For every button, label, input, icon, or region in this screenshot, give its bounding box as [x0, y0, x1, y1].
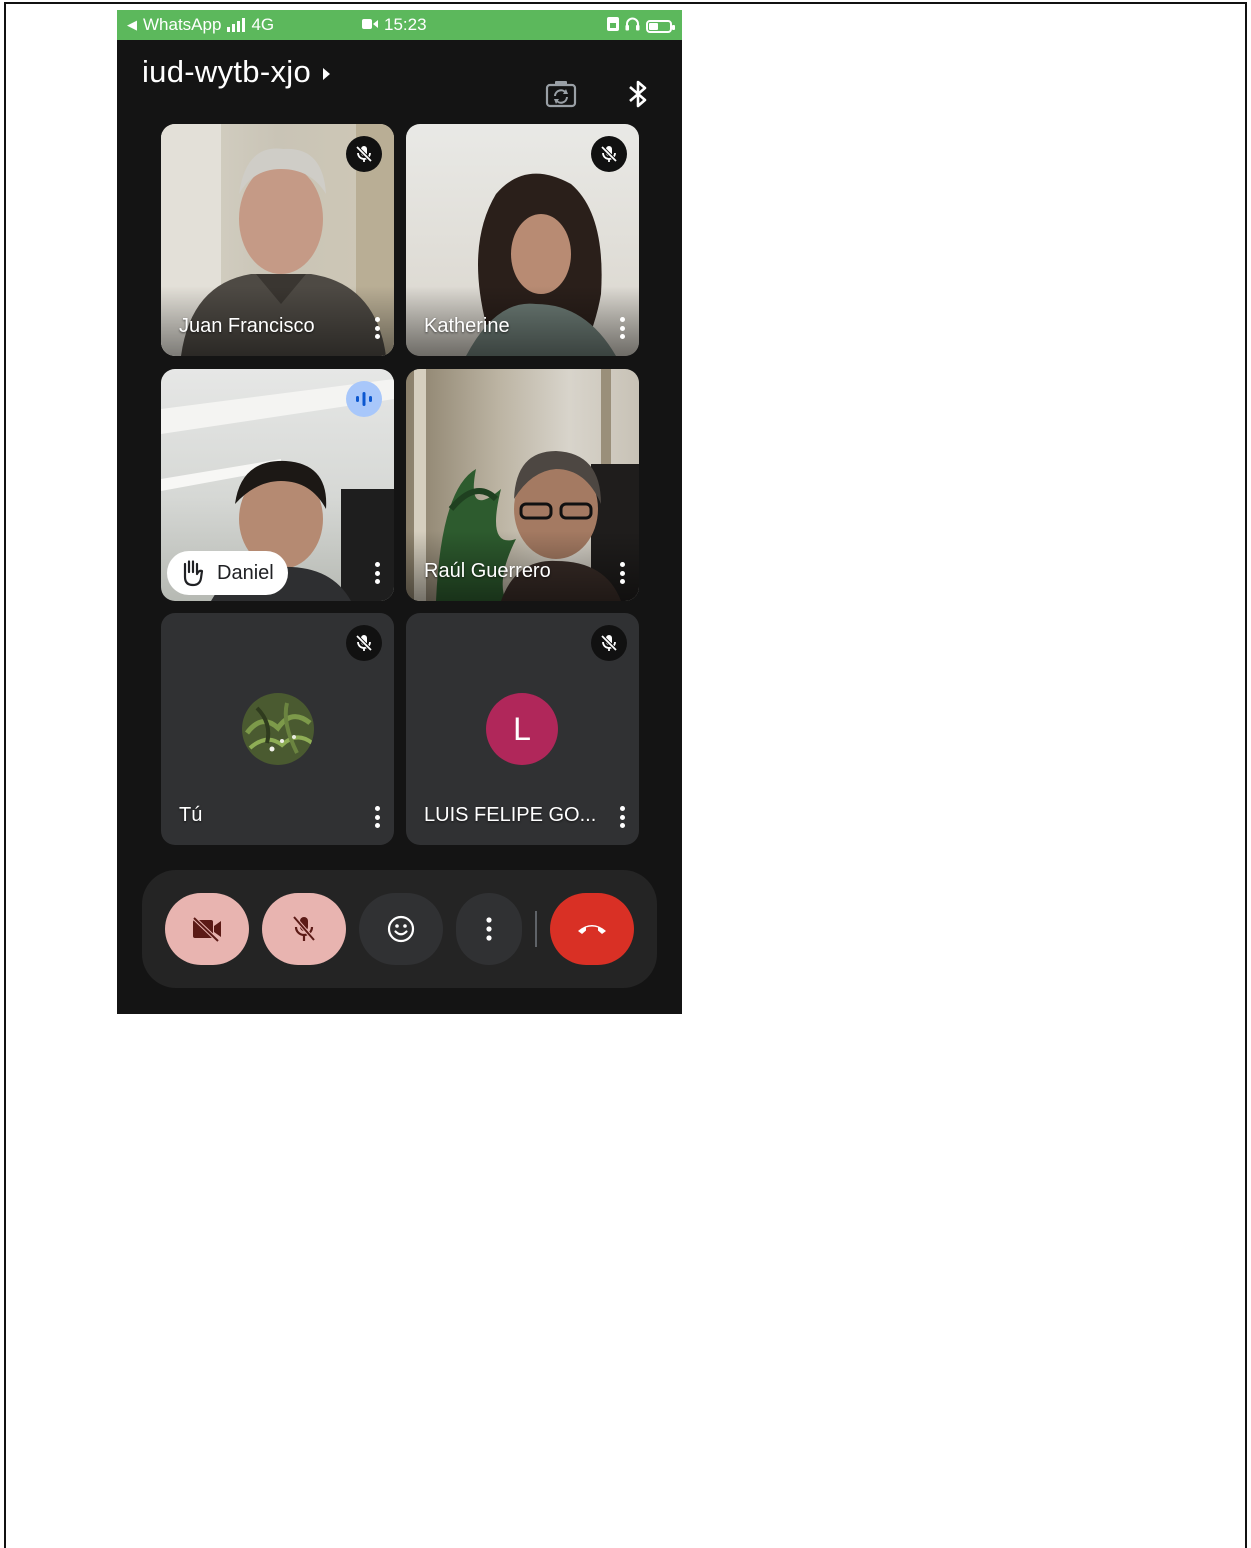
bluetooth-icon — [629, 80, 647, 108]
participant-tile-self[interactable]: Tú — [161, 613, 394, 845]
call-controls-bar — [142, 870, 657, 988]
video-recording-icon — [362, 15, 378, 35]
status-bar: ◀ WhatsApp 4G 15:23 — [117, 10, 682, 40]
speaking-indicator — [346, 381, 382, 417]
reactions-button[interactable] — [359, 893, 443, 965]
more-vert-icon — [486, 917, 492, 941]
mic-off-icon — [355, 634, 373, 652]
participant-tile-juan-francisco[interactable]: Juan Francisco — [161, 124, 394, 356]
participant-name: Daniel — [217, 561, 274, 584]
back-arrow-icon: ◀ — [127, 17, 137, 32]
meet-app-screen: ◀ WhatsApp 4G 15:23 iud-wytb-xjo Juan Fr… — [117, 10, 682, 1014]
call-end-icon — [578, 925, 606, 934]
self-avatar — [242, 693, 314, 765]
mic-muted-badge — [346, 625, 382, 661]
participant-more-button[interactable] — [370, 803, 384, 831]
signal-icon — [227, 18, 246, 32]
audio-levels-icon — [356, 392, 372, 406]
mic-muted-badge — [591, 625, 627, 661]
camera-toggle-button[interactable] — [165, 893, 249, 965]
network-label: 4G — [251, 15, 275, 34]
camera-off-icon — [192, 916, 221, 942]
mic-muted-badge — [591, 136, 627, 172]
mic-off-icon — [600, 145, 618, 163]
mic-off-icon — [292, 915, 316, 942]
participant-name: LUIS FELIPE GO... — [424, 804, 597, 826]
meeting-code: iud-wytb-xjo — [142, 54, 311, 89]
status-time: 15:23 — [384, 15, 427, 34]
lock-rotation-icon — [607, 16, 619, 36]
status-center: 15:23 — [362, 15, 427, 35]
back-app-label: WhatsApp — [143, 15, 222, 34]
more-options-button[interactable] — [456, 893, 522, 965]
participant-tile-luis-felipe[interactable]: L LUIS FELIPE GO... — [406, 613, 639, 845]
controls-divider — [535, 911, 537, 947]
headphones-icon — [625, 17, 640, 35]
participant-name: Raúl Guerrero — [424, 560, 551, 582]
participant-name: Juan Francisco — [179, 315, 315, 337]
caret-right-icon — [322, 68, 330, 80]
participant-tile-daniel[interactable]: Daniel — [161, 369, 394, 601]
participant-more-button[interactable] — [615, 803, 629, 831]
raised-hand-chip: Daniel — [167, 551, 288, 595]
participant-name: Tú — [179, 804, 203, 826]
mic-muted-badge — [346, 136, 382, 172]
emoji-icon — [387, 915, 415, 943]
participant-more-button[interactable] — [370, 559, 384, 587]
participant-more-button[interactable] — [615, 314, 629, 342]
participant-tile-raul-guerrero[interactable]: Raúl Guerrero — [406, 369, 639, 601]
participant-avatar-letter: L — [486, 693, 558, 765]
mic-off-icon — [355, 145, 373, 163]
mic-toggle-button[interactable] — [262, 893, 346, 965]
battery-icon — [646, 19, 675, 33]
bluetooth-button[interactable] — [620, 76, 656, 112]
back-to-app[interactable]: ◀ WhatsApp 4G — [127, 15, 274, 35]
status-right — [607, 16, 675, 36]
participant-tile-katherine[interactable]: Katherine — [406, 124, 639, 356]
mic-off-icon — [600, 634, 618, 652]
participant-more-button[interactable] — [615, 559, 629, 587]
participant-more-button[interactable] — [370, 314, 384, 342]
switch-camera-button[interactable] — [543, 76, 579, 112]
switch-camera-icon — [545, 81, 577, 108]
participant-name: Katherine — [424, 315, 510, 337]
raised-hand-icon — [183, 560, 204, 587]
meeting-code-button[interactable]: iud-wytb-xjo — [142, 54, 330, 90]
leave-call-button[interactable] — [550, 893, 634, 965]
